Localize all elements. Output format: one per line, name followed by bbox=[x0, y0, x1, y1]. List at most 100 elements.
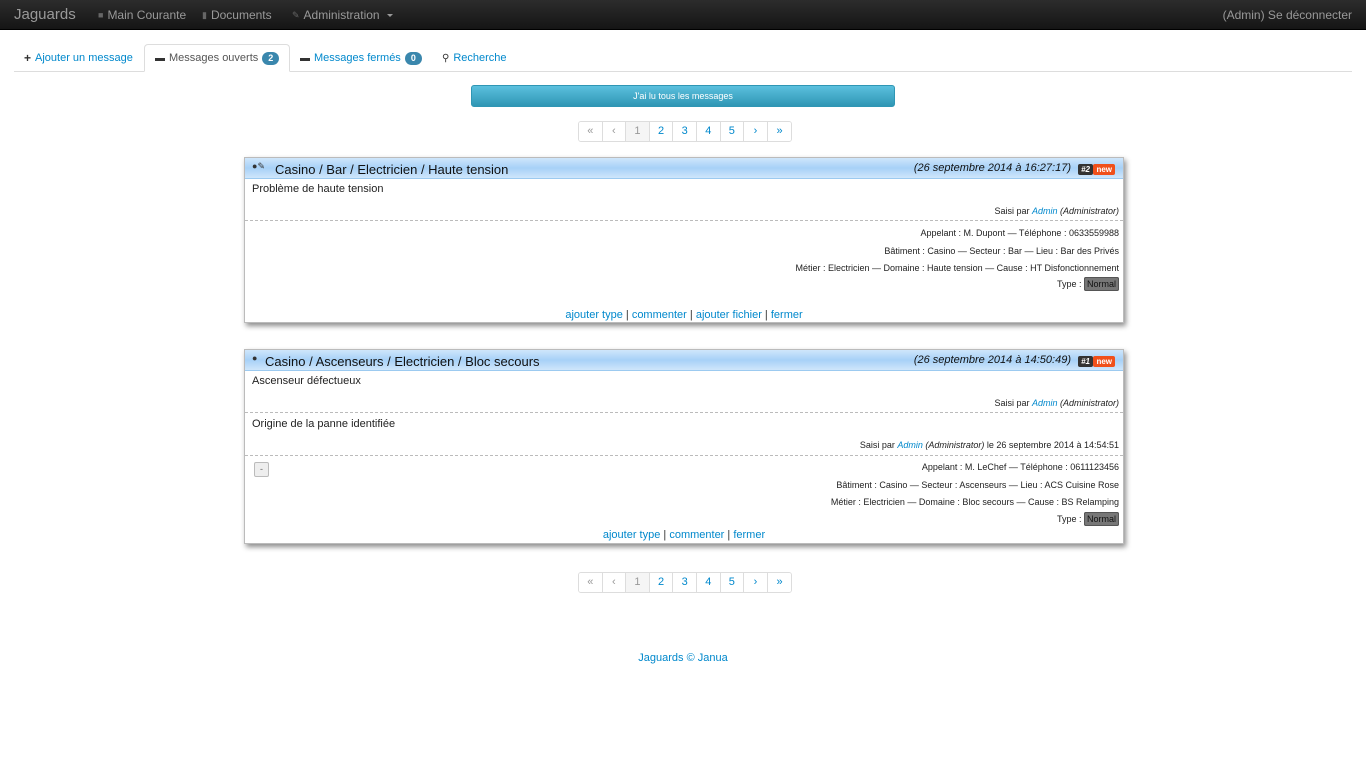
page-1[interactable]: 1 bbox=[626, 573, 650, 592]
wrench-icon: ✎ bbox=[292, 9, 300, 20]
trade-info: Métier : Electricien — Domaine : Haute t… bbox=[795, 263, 1119, 273]
page-4[interactable]: 4 bbox=[696, 573, 721, 592]
page-last[interactable]: » bbox=[767, 122, 792, 141]
message-card: ●✎ Casino / Bar / Electricien / Haute te… bbox=[244, 157, 1124, 323]
closed-count-badge: 0 bbox=[404, 51, 422, 65]
message-body: Problème de haute tension bbox=[252, 183, 384, 195]
caller-info: Appelant : M. LeChef — Téléphone : 06111… bbox=[921, 462, 1119, 472]
message-tabs: + Ajouter un message ▬ Messages ouverts … bbox=[14, 44, 1352, 72]
nav-administration[interactable]: ✎ Administration bbox=[292, 8, 393, 22]
author-role: (Administrator) bbox=[1057, 206, 1119, 216]
message-date: (26 septembre 2014 à 14:50:49) bbox=[913, 354, 1071, 366]
entered-by: Saisi par Admin (Administrator) bbox=[994, 398, 1119, 408]
page-2[interactable]: 2 bbox=[649, 122, 674, 141]
comment-link[interactable]: commenter bbox=[632, 309, 687, 321]
message-title: Casino / Bar / Electricien / Haute tensi… bbox=[275, 162, 509, 177]
message-number: #2 bbox=[1078, 164, 1093, 175]
comment-author-link[interactable]: Admin bbox=[897, 440, 923, 450]
page-4[interactable]: 4 bbox=[696, 122, 721, 141]
tab-label: Messages ouverts bbox=[169, 52, 259, 64]
new-badge: new bbox=[1093, 164, 1115, 175]
nav-label: Administration bbox=[303, 8, 380, 22]
page-last[interactable]: » bbox=[767, 573, 792, 592]
tab-label: Recherche bbox=[453, 52, 507, 64]
message-header: ● Casino / Ascenseurs / Electricien / Bl… bbox=[245, 350, 1123, 371]
logout-link[interactable]: (Admin) Se déconnecter bbox=[1223, 8, 1352, 22]
wrench-icon: ✎ bbox=[257, 161, 265, 171]
message-number: #1 bbox=[1078, 356, 1093, 367]
tab-open-messages[interactable]: ▬ Messages ouverts 2 bbox=[144, 44, 291, 72]
page-3[interactable]: 3 bbox=[673, 573, 697, 592]
location-info: Bâtiment : Casino — Secteur : Ascenseurs… bbox=[836, 480, 1119, 490]
message-card: ● Casino / Ascenseurs / Electricien / Bl… bbox=[244, 349, 1124, 544]
add-type-link[interactable]: ajouter type bbox=[565, 309, 622, 321]
page-next[interactable]: › bbox=[744, 122, 768, 141]
page-next[interactable]: › bbox=[744, 573, 768, 592]
add-type-link[interactable]: ajouter type bbox=[603, 529, 660, 541]
tab-search[interactable]: ⚲ Recherche bbox=[432, 44, 517, 72]
pagination-top: « ‹ 1 2 3 4 5 › » bbox=[578, 121, 793, 142]
caller-info: Appelant : M. Dupont — Téléphone : 06335… bbox=[920, 228, 1119, 238]
new-badge: new bbox=[1093, 356, 1115, 367]
divider bbox=[245, 412, 1123, 413]
tab-label: Ajouter un message bbox=[35, 52, 133, 64]
collapse-button[interactable]: - bbox=[254, 462, 269, 477]
message-date: (26 septembre 2014 à 16:27:17) bbox=[913, 162, 1071, 174]
type-badge: Normal bbox=[1083, 277, 1119, 291]
footer-link[interactable]: Jaguards © Janua bbox=[0, 652, 1366, 664]
author-link[interactable]: Admin bbox=[1032, 206, 1058, 216]
caret-down-icon bbox=[386, 14, 393, 17]
nav-main-courante[interactable]: ■ Main Courante bbox=[98, 8, 186, 22]
entered-by: Saisi par Admin (Administrator) bbox=[994, 206, 1119, 216]
page-5[interactable]: 5 bbox=[720, 122, 745, 141]
page-prev[interactable]: ‹ bbox=[602, 122, 627, 141]
location-info: Bâtiment : Casino — Secteur : Bar — Lieu… bbox=[884, 246, 1119, 256]
divider bbox=[245, 220, 1123, 221]
top-navbar: Jaguards ■ Main Courante ▮ Documents ✎ A… bbox=[0, 0, 1366, 30]
close-link[interactable]: fermer bbox=[733, 529, 765, 541]
type-label: Type : bbox=[1056, 514, 1084, 524]
brand-link[interactable]: Jaguards bbox=[14, 6, 76, 23]
comment-by-prefix: Saisi par bbox=[859, 440, 898, 450]
comment-by: Saisi par Admin (Administrator) le 26 se… bbox=[860, 440, 1119, 450]
tab-closed-messages[interactable]: ▬ Messages fermés 0 bbox=[290, 44, 432, 72]
open-count-badge: 2 bbox=[262, 51, 280, 65]
folder-open-icon: ▬ bbox=[155, 52, 165, 64]
type-info: Type : Normal bbox=[1056, 277, 1119, 291]
page-2[interactable]: 2 bbox=[649, 573, 674, 592]
message-title: Casino / Ascenseurs / Electricien / Bloc… bbox=[265, 354, 540, 369]
message-actions: ajouter type | commenter | ajouter fichi… bbox=[565, 309, 803, 321]
author-link[interactable]: Admin bbox=[1032, 398, 1058, 408]
author-role: (Administrator) bbox=[1057, 398, 1119, 408]
close-link[interactable]: fermer bbox=[771, 309, 803, 321]
page-5[interactable]: 5 bbox=[720, 573, 745, 592]
tab-add-message[interactable]: + Ajouter un message bbox=[14, 44, 143, 72]
type-info: Type : Normal bbox=[1056, 512, 1119, 526]
comment-date: le 26 septembre 2014 à 14:54:51 bbox=[984, 440, 1119, 450]
info-icon: ● bbox=[252, 353, 258, 363]
divider bbox=[245, 455, 1123, 456]
book-icon: ▮ bbox=[202, 9, 207, 20]
pagination-bottom: « ‹ 1 2 3 4 5 › » bbox=[578, 572, 793, 593]
comment-author-role: (Administrator) bbox=[922, 440, 985, 450]
plus-icon: + bbox=[24, 51, 32, 65]
message-actions: ajouter type | commenter | fermer bbox=[602, 529, 766, 541]
trade-info: Métier : Electricien — Domaine : Bloc se… bbox=[830, 497, 1119, 507]
page-3[interactable]: 3 bbox=[673, 122, 697, 141]
nav-documents[interactable]: ▮ Documents bbox=[202, 8, 272, 22]
search-icon: ⚲ bbox=[442, 52, 450, 64]
page-prev[interactable]: ‹ bbox=[602, 573, 627, 592]
folder-icon: ▬ bbox=[300, 52, 310, 64]
entered-by-prefix: Saisi par bbox=[994, 398, 1032, 408]
entered-by-prefix: Saisi par bbox=[994, 206, 1032, 216]
page-first[interactable]: « bbox=[579, 573, 603, 592]
read-all-button[interactable]: J'ai lu tous les messages bbox=[471, 85, 895, 107]
page-1[interactable]: 1 bbox=[626, 122, 650, 141]
page-first[interactable]: « bbox=[579, 122, 603, 141]
type-badge: Normal bbox=[1083, 512, 1119, 526]
nav-label: Main Courante bbox=[107, 8, 187, 22]
comment-link[interactable]: commenter bbox=[669, 529, 724, 541]
type-label: Type : bbox=[1056, 279, 1084, 289]
nav-label: Documents bbox=[210, 8, 272, 22]
add-file-link[interactable]: ajouter fichier bbox=[696, 309, 762, 321]
